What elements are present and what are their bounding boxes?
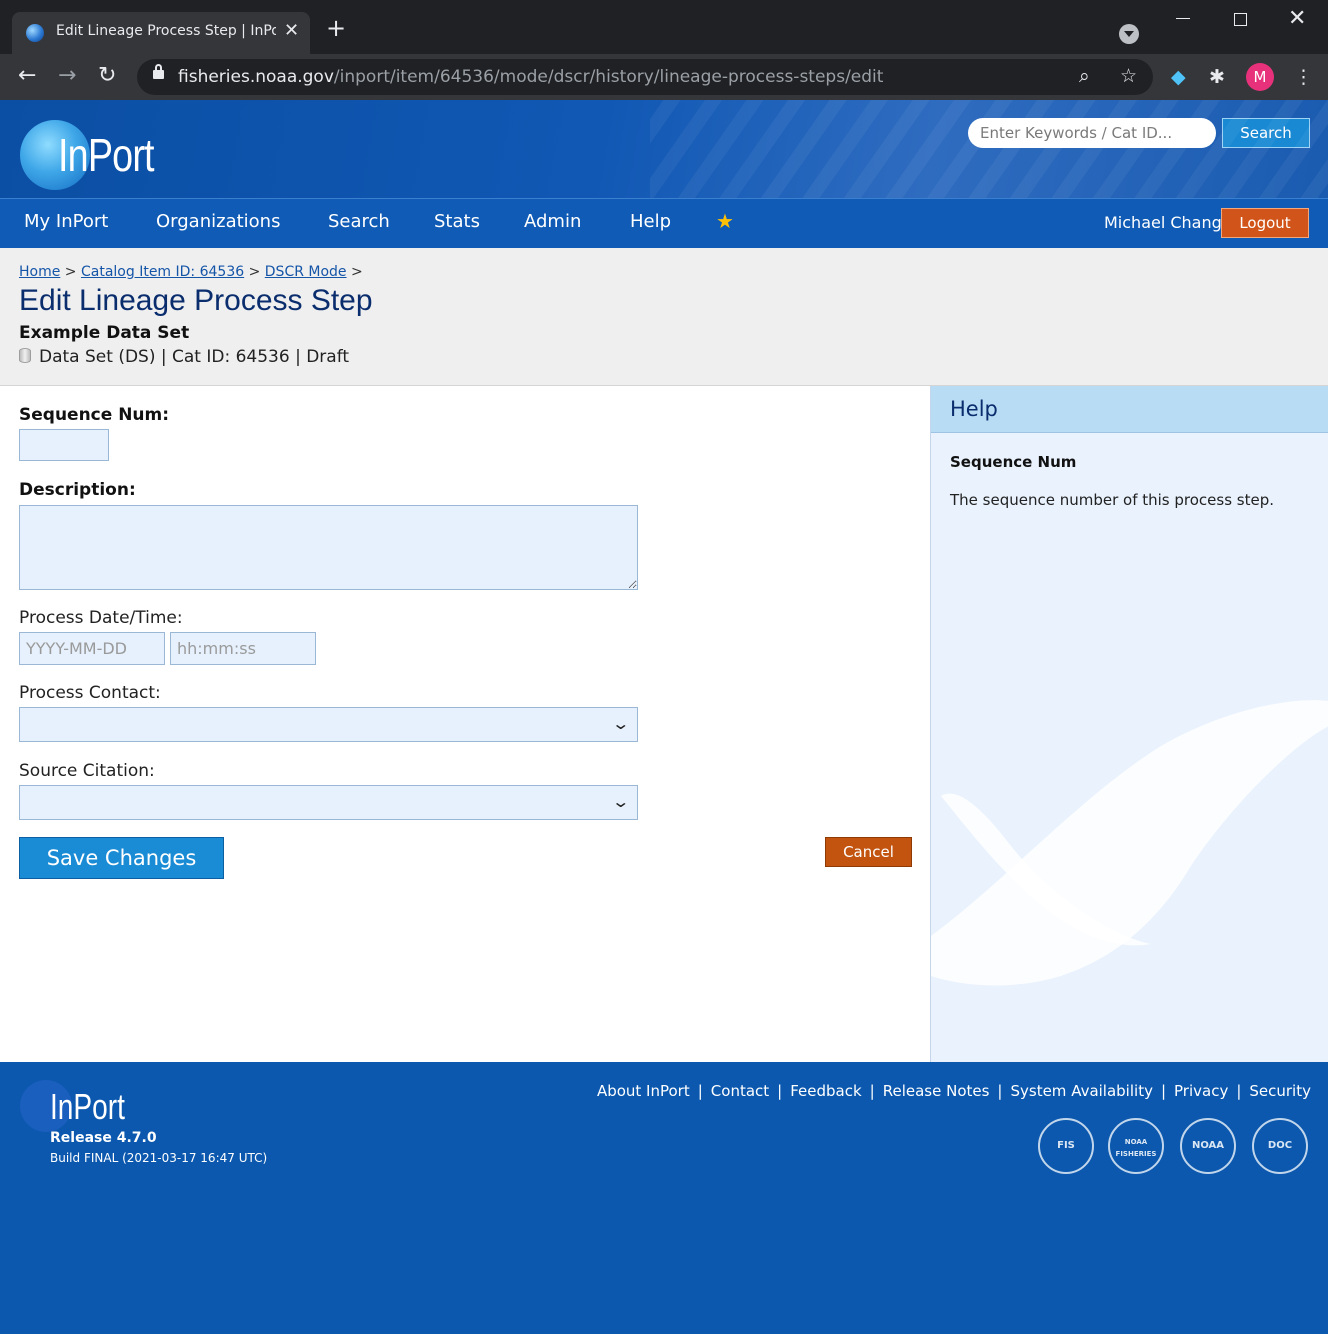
globe-favicon-icon: [26, 24, 44, 42]
main-nav: My InPort Organizations Search Stats Adm…: [0, 198, 1328, 248]
footer-link-release-notes[interactable]: Release Notes: [883, 1082, 990, 1100]
commerce-seal-icon[interactable]: DOC: [1252, 1118, 1308, 1174]
tab-search-icon[interactable]: [1119, 24, 1139, 44]
help-header: Help: [931, 386, 1328, 433]
item-name: Example Data Set: [19, 323, 190, 343]
logout-button[interactable]: Logout: [1221, 208, 1309, 238]
close-tab-icon[interactable]: ✕: [284, 20, 299, 41]
close-window-icon[interactable]: ✕: [1288, 6, 1306, 31]
footer-links: About InPort | Contact | Feedback | Release No…: [597, 1082, 1311, 1100]
user-name[interactable]: Michael Chang: [1104, 213, 1222, 232]
tab-title: Edit Lineage Process Step | InPort: [56, 23, 276, 39]
fis-logo-icon[interactable]: FIS: [1038, 1118, 1094, 1174]
nav-my-inport[interactable]: My InPort: [24, 211, 108, 232]
browser-tab[interactable]: Edit Lineage Process Step | InPort ✕: [12, 12, 310, 54]
breadcrumb-separator: >: [248, 264, 261, 280]
bookmark-star-icon[interactable]: ☆: [1120, 65, 1137, 87]
title-band: Home > Catalog Item ID: 64536 > DSCR Mod…: [0, 248, 1328, 386]
process-date-label: Process Date/Time:: [19, 608, 183, 628]
nav-help[interactable]: Help: [630, 211, 671, 232]
search-button[interactable]: Search: [1222, 118, 1310, 148]
footer-separator: |: [1236, 1082, 1242, 1100]
source-citation-label: Source Citation:: [19, 761, 155, 781]
footer-link-contact[interactable]: Contact: [711, 1082, 769, 1100]
help-field-name: Sequence Num: [950, 453, 1077, 471]
address-bar[interactable]: fisheries.noaa.gov/inport/item/64536/mod…: [137, 59, 1153, 95]
minimize-window-icon[interactable]: [1176, 18, 1190, 19]
noaa-fisheries-logo-icon[interactable]: NOAA FISHERIES: [1108, 1118, 1164, 1174]
breadcrumb-separator: >: [351, 264, 363, 280]
process-time-input[interactable]: [170, 632, 316, 665]
cancel-button[interactable]: Cancel: [825, 837, 912, 867]
release-version: Release 4.7.0: [50, 1130, 157, 1146]
process-contact-label: Process Contact:: [19, 683, 161, 703]
site-header: InPort Search: [0, 100, 1328, 198]
build-info: Build FINAL (2021-03-17 16:47 UTC): [50, 1151, 268, 1165]
footer-separator: |: [777, 1082, 783, 1100]
footer-inport-logo[interactable]: InPort: [50, 1086, 125, 1128]
edit-form: Sequence Num: Description: Process Date/…: [0, 386, 930, 1062]
nav-stats[interactable]: Stats: [434, 211, 480, 232]
save-changes-button[interactable]: Save Changes: [19, 837, 224, 879]
bird-watermark-icon: [931, 700, 1328, 986]
favorites-star-icon[interactable]: ★: [716, 209, 734, 233]
search-input[interactable]: [968, 118, 1216, 148]
chevron-down-icon: ⌄: [610, 714, 630, 733]
breadcrumb: Home > Catalog Item ID: 64536 > DSCR Mod…: [19, 264, 363, 280]
sequence-num-input[interactable]: [19, 429, 109, 461]
lock-icon[interactable]: [153, 64, 164, 79]
help-title: Help: [950, 397, 998, 421]
description-label: Description:: [19, 480, 136, 500]
help-panel: Help Sequence Num The sequence number of…: [930, 386, 1328, 1062]
item-meta: Data Set (DS) | Cat ID: 64536 | Draft: [19, 347, 349, 367]
browser-tab-strip: Edit Lineage Process Step | InPort ✕ + ✕: [0, 0, 1328, 54]
browser-toolbar: ← → ↻ fisheries.noaa.gov/inport/item/645…: [0, 54, 1328, 100]
footer-link-privacy[interactable]: Privacy: [1174, 1082, 1228, 1100]
sequence-num-label: Sequence Num:: [19, 405, 170, 425]
footer-link-security[interactable]: Security: [1249, 1082, 1311, 1100]
forward-arrow-icon[interactable]: →: [58, 64, 76, 88]
footer-link-system-availability[interactable]: System Availability: [1010, 1082, 1152, 1100]
description-textarea[interactable]: [19, 505, 638, 590]
browser-menu-icon[interactable]: ⋮: [1294, 66, 1313, 88]
chevron-down-icon: ⌄: [610, 792, 630, 811]
footer-separator: |: [997, 1082, 1003, 1100]
maximize-window-icon[interactable]: [1234, 13, 1247, 26]
url-text: fisheries.noaa.gov/inport/item/64536/mod…: [178, 67, 884, 87]
profile-avatar[interactable]: M: [1246, 63, 1274, 91]
process-contact-select[interactable]: ⌄: [19, 707, 638, 742]
footer-separator: |: [697, 1082, 703, 1100]
process-date-input[interactable]: [19, 632, 165, 665]
breadcrumb-home[interactable]: Home: [19, 264, 60, 280]
zoom-icon[interactable]: ⌕: [1079, 65, 1090, 87]
new-tab-icon[interactable]: +: [326, 16, 346, 40]
nav-organizations[interactable]: Organizations: [156, 211, 280, 232]
nav-admin[interactable]: Admin: [524, 211, 581, 232]
extensions-puzzle-icon[interactable]: ✱: [1209, 66, 1225, 88]
back-arrow-icon[interactable]: ←: [18, 64, 36, 88]
footer: InPort Release 4.7.0 Build FINAL (2021-0…: [0, 1062, 1328, 1334]
footer-separator: |: [869, 1082, 875, 1100]
footer-link-feedback[interactable]: Feedback: [790, 1082, 861, 1100]
dataset-icon: [19, 348, 31, 363]
footer-link-about[interactable]: About InPort: [597, 1082, 690, 1100]
reload-icon[interactable]: ↻: [98, 64, 116, 88]
nav-search[interactable]: Search: [328, 211, 390, 232]
noaa-logo-icon[interactable]: NOAA: [1180, 1118, 1236, 1174]
gem-extension-icon[interactable]: ◆: [1171, 66, 1186, 88]
breadcrumb-mode[interactable]: DSCR Mode: [265, 264, 347, 280]
footer-separator: |: [1160, 1082, 1167, 1100]
source-citation-select[interactable]: ⌄: [19, 785, 638, 820]
inport-logo[interactable]: InPort: [58, 128, 155, 182]
item-meta-text: Data Set (DS) | Cat ID: 64536 | Draft: [39, 347, 350, 367]
breadcrumb-separator: >: [64, 264, 77, 280]
page-title: Edit Lineage Process Step: [19, 284, 373, 317]
breadcrumb-catalog-item[interactable]: Catalog Item ID: 64536: [81, 264, 244, 280]
help-text: The sequence number of this process step…: [950, 491, 1275, 509]
